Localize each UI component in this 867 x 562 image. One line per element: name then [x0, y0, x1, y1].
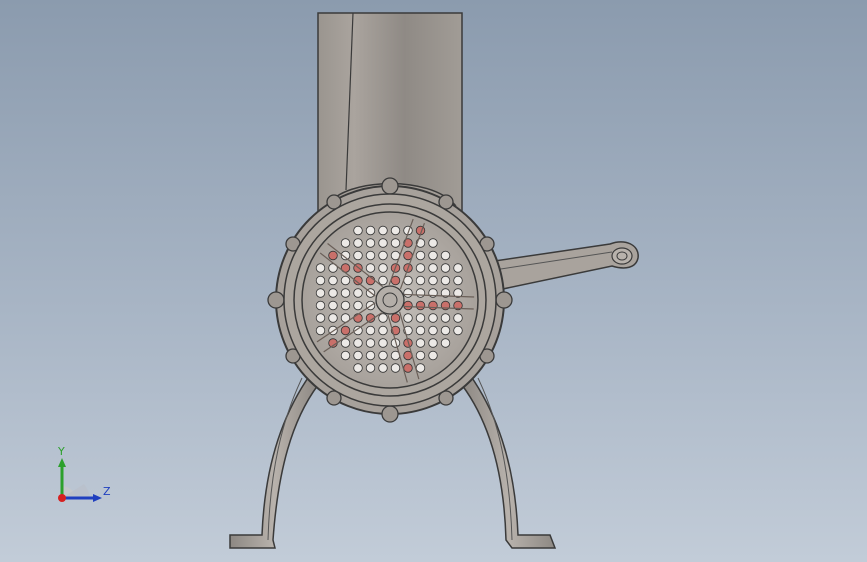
plate-hole: [353, 300, 363, 311]
plate-hole: [353, 350, 363, 361]
plate-hole: [315, 325, 326, 336]
plate-hole: [415, 263, 426, 273]
plate-hole: [340, 238, 351, 248]
plate-hole: [440, 325, 451, 336]
plate-hole: [378, 338, 388, 348]
plate-hole: [353, 338, 363, 348]
plate-hole: [365, 238, 376, 248]
plate-hole: [378, 275, 388, 286]
plate-hole: [340, 350, 351, 361]
z-axis-label: Z: [103, 485, 111, 498]
plate-hole: [390, 363, 401, 373]
coordinate-triad: Y Z: [57, 445, 111, 502]
plate-hole: [365, 263, 376, 273]
plate-hole: [440, 313, 451, 323]
plate-hole: [428, 275, 438, 286]
plate-hole: [340, 288, 351, 298]
plate-hole: [403, 288, 413, 298]
plate-hole: [415, 363, 426, 373]
plate-hole: [315, 313, 326, 323]
plate-hole: [390, 313, 401, 323]
plate-hole: [453, 313, 463, 323]
plate-hole: [440, 250, 451, 261]
plate-hole: [365, 325, 376, 336]
plate-hole: [440, 263, 451, 273]
crank-handle: [486, 241, 639, 291]
plate-hole: [428, 325, 438, 336]
y-axis-label: Y: [57, 445, 65, 458]
plate-hole: [440, 338, 451, 348]
plate-hole: [428, 250, 438, 261]
plate-hole: [390, 238, 401, 248]
plate-hole: [365, 363, 376, 373]
plate-hole: [415, 338, 426, 348]
plate-hole: [340, 300, 351, 311]
plate-hole: [353, 225, 363, 236]
plate-hole: [440, 275, 451, 286]
plate-hole: [365, 250, 376, 261]
plate-hole: [378, 225, 388, 236]
plate-hole: [315, 263, 326, 273]
plate-hole: [428, 300, 438, 311]
plate-hole: [428, 238, 438, 248]
plate-hole: [428, 263, 438, 273]
plate-hole: [428, 338, 438, 348]
plate-hole: [328, 275, 338, 286]
plate-hole: [378, 363, 388, 373]
right-leg: [461, 370, 557, 549]
perforated-plate: [301, 211, 479, 389]
plate-hole: [378, 250, 388, 261]
plate-hole: [365, 338, 376, 348]
plate-hole: [328, 250, 338, 261]
plate-hole: [315, 288, 326, 298]
left-leg: [229, 370, 319, 549]
plate-hole: [365, 225, 376, 236]
3d-viewport[interactable]: Y Z: [0, 0, 867, 562]
plate-hole: [415, 300, 426, 311]
plate-hole: [340, 275, 351, 286]
plate-hole: [415, 325, 426, 336]
plate-hole: [415, 288, 426, 298]
plate-hole: [428, 313, 438, 323]
plate-hole: [415, 350, 426, 361]
plate-hole: [378, 325, 388, 336]
plate-hole: [315, 275, 326, 286]
plate-hole: [340, 325, 351, 336]
plate-hole: [390, 275, 401, 286]
plate-hole: [353, 238, 363, 248]
plate-hole: [365, 350, 376, 361]
plate-hole: [415, 250, 426, 261]
plate-hole: [328, 288, 338, 298]
plate-hole: [353, 363, 363, 373]
plate-hole: [378, 313, 388, 323]
plate-hole: [453, 263, 463, 273]
plate-hole: [453, 325, 463, 336]
plate-hole: [403, 313, 413, 323]
plate-hole: [328, 313, 338, 323]
plate-hole: [340, 338, 351, 348]
plate-hole: [328, 300, 338, 311]
plate-hole: [315, 300, 326, 311]
plate-hole: [378, 350, 388, 361]
plate-hole: [403, 363, 413, 373]
meat-grinder-model[interactable]: [0, 0, 867, 562]
plate-hole: [403, 300, 413, 311]
plate-hole: [390, 225, 401, 236]
plate-hole: [428, 350, 438, 361]
plate-hole: [378, 263, 388, 273]
plate-hole: [415, 313, 426, 323]
plate-hole: [353, 250, 363, 261]
plate-hole: [415, 275, 426, 286]
plate-hole: [353, 288, 363, 298]
plate-hole: [453, 275, 463, 286]
plate-hole: [378, 238, 388, 248]
